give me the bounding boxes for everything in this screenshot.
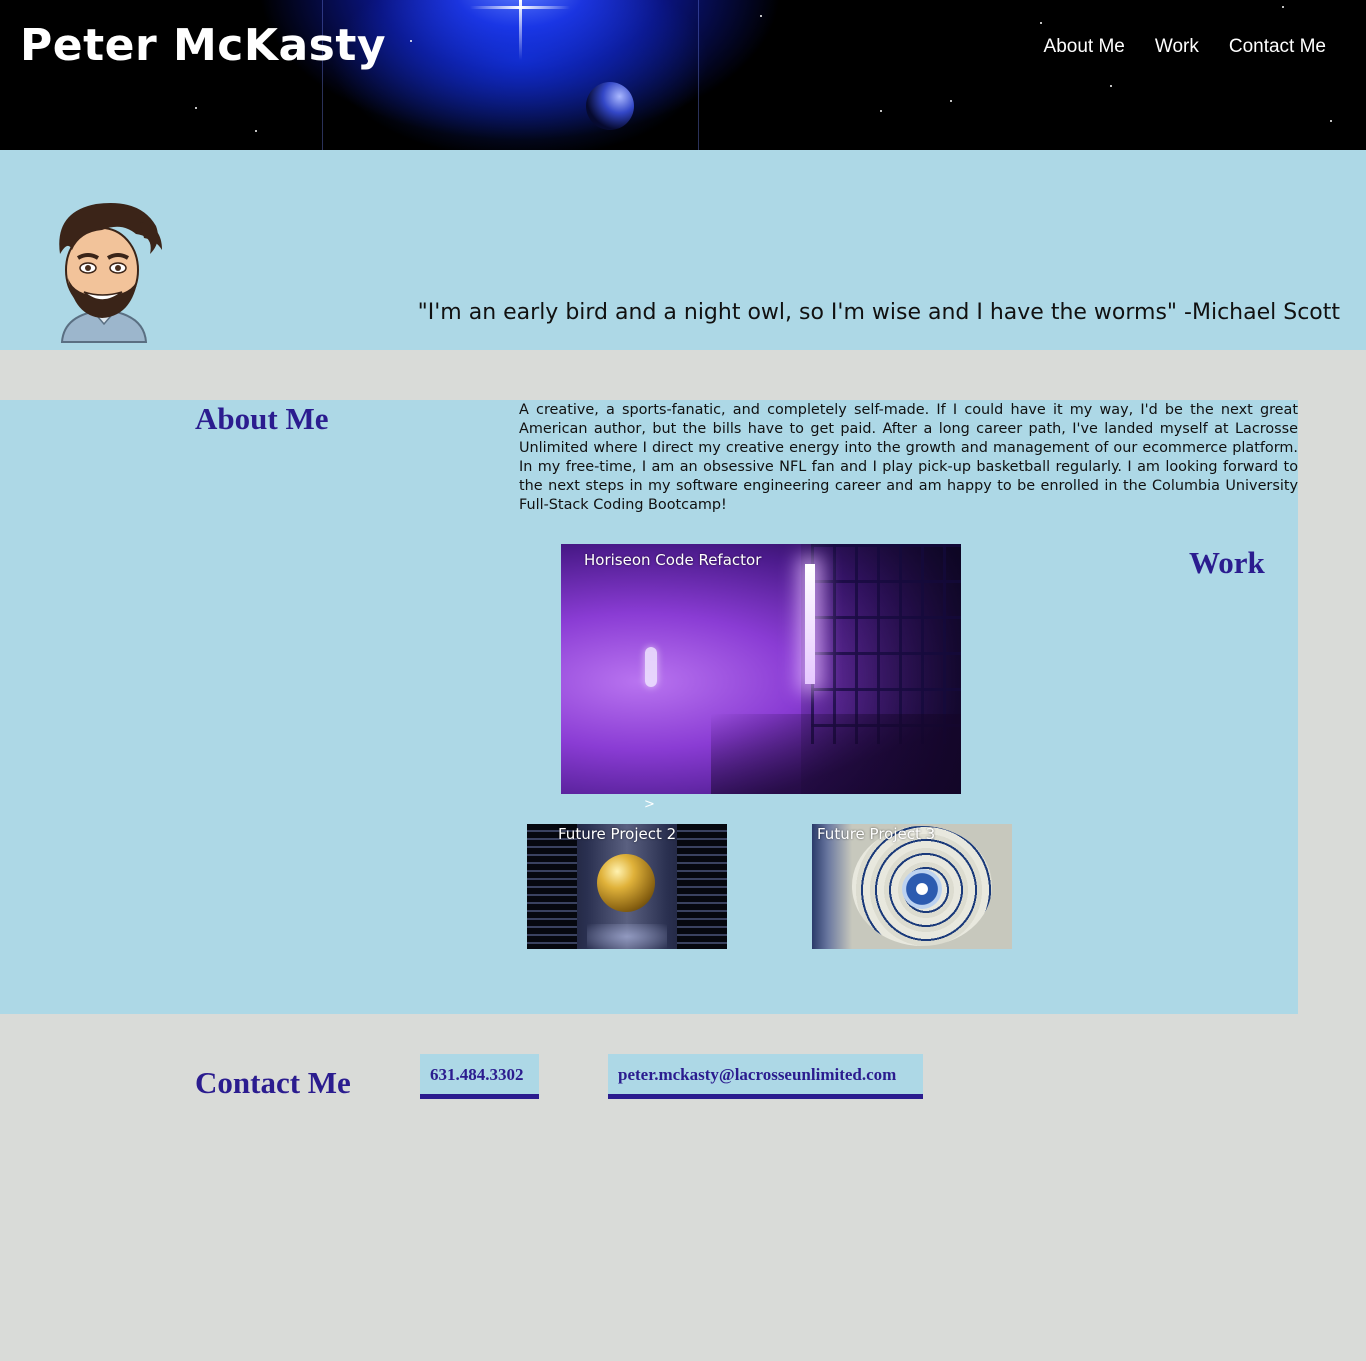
nav-link-contact-me[interactable]: Contact Me: [1229, 36, 1326, 58]
star: [880, 110, 882, 112]
project-card-horiseon[interactable]: Horiseon Code Refactor: [561, 544, 961, 794]
star: [1330, 120, 1332, 122]
star-beam: [519, 0, 522, 60]
header-divider: [698, 0, 699, 150]
spiral-center: [902, 869, 942, 909]
hero-section: "I'm an early bird and a night owl, so I…: [0, 150, 1366, 350]
contact-me-heading: Contact Me: [195, 1065, 351, 1100]
star-flare: [470, 6, 570, 9]
project-title: Horiseon Code Refactor: [584, 551, 762, 569]
project-card-future-3[interactable]: Future Project 3: [812, 824, 1012, 949]
project-card-future-2[interactable]: Future Project 2: [527, 824, 727, 949]
star: [195, 107, 197, 109]
star: [1040, 22, 1042, 24]
project-image-light: [805, 564, 815, 684]
hero-quote: "I'm an early bird and a night owl, so I…: [417, 300, 1340, 325]
star: [1282, 6, 1284, 8]
main-nav: About Me Work Contact Me: [1044, 36, 1326, 58]
arrow-icon: >: [644, 797, 655, 812]
main-section: About Me A creative, a sports-fanatic, a…: [0, 400, 1298, 1014]
nav-link-about-me[interactable]: About Me: [1044, 36, 1125, 58]
star: [760, 15, 762, 17]
project-image-floor: [711, 714, 961, 794]
site-header: Peter McKasty About Me Work Contact Me: [0, 0, 1366, 150]
email-link[interactable]: peter.mckasty@lacrosseunlimited.com: [608, 1054, 923, 1099]
project-title: Future Project 3: [817, 825, 936, 843]
planet-image: [586, 82, 634, 130]
floor-glow: [587, 924, 667, 949]
about-me-text: A creative, a sports-fanatic, and comple…: [519, 402, 1298, 513]
star: [1110, 85, 1112, 87]
server-rack-right: [677, 824, 727, 949]
project-title: Future Project 2: [558, 825, 677, 843]
work-heading: Work: [1189, 545, 1265, 580]
nav-link-work[interactable]: Work: [1155, 36, 1199, 58]
about-me-heading: About Me: [195, 401, 329, 436]
gold-orb: [597, 854, 655, 912]
astronaut-figure: [645, 647, 657, 687]
avatar: [59, 202, 162, 343]
phone-link[interactable]: 631.484.3302: [420, 1054, 539, 1099]
site-title: Peter McKasty: [20, 20, 387, 71]
star: [255, 130, 257, 132]
star: [950, 100, 952, 102]
star: [410, 40, 412, 42]
